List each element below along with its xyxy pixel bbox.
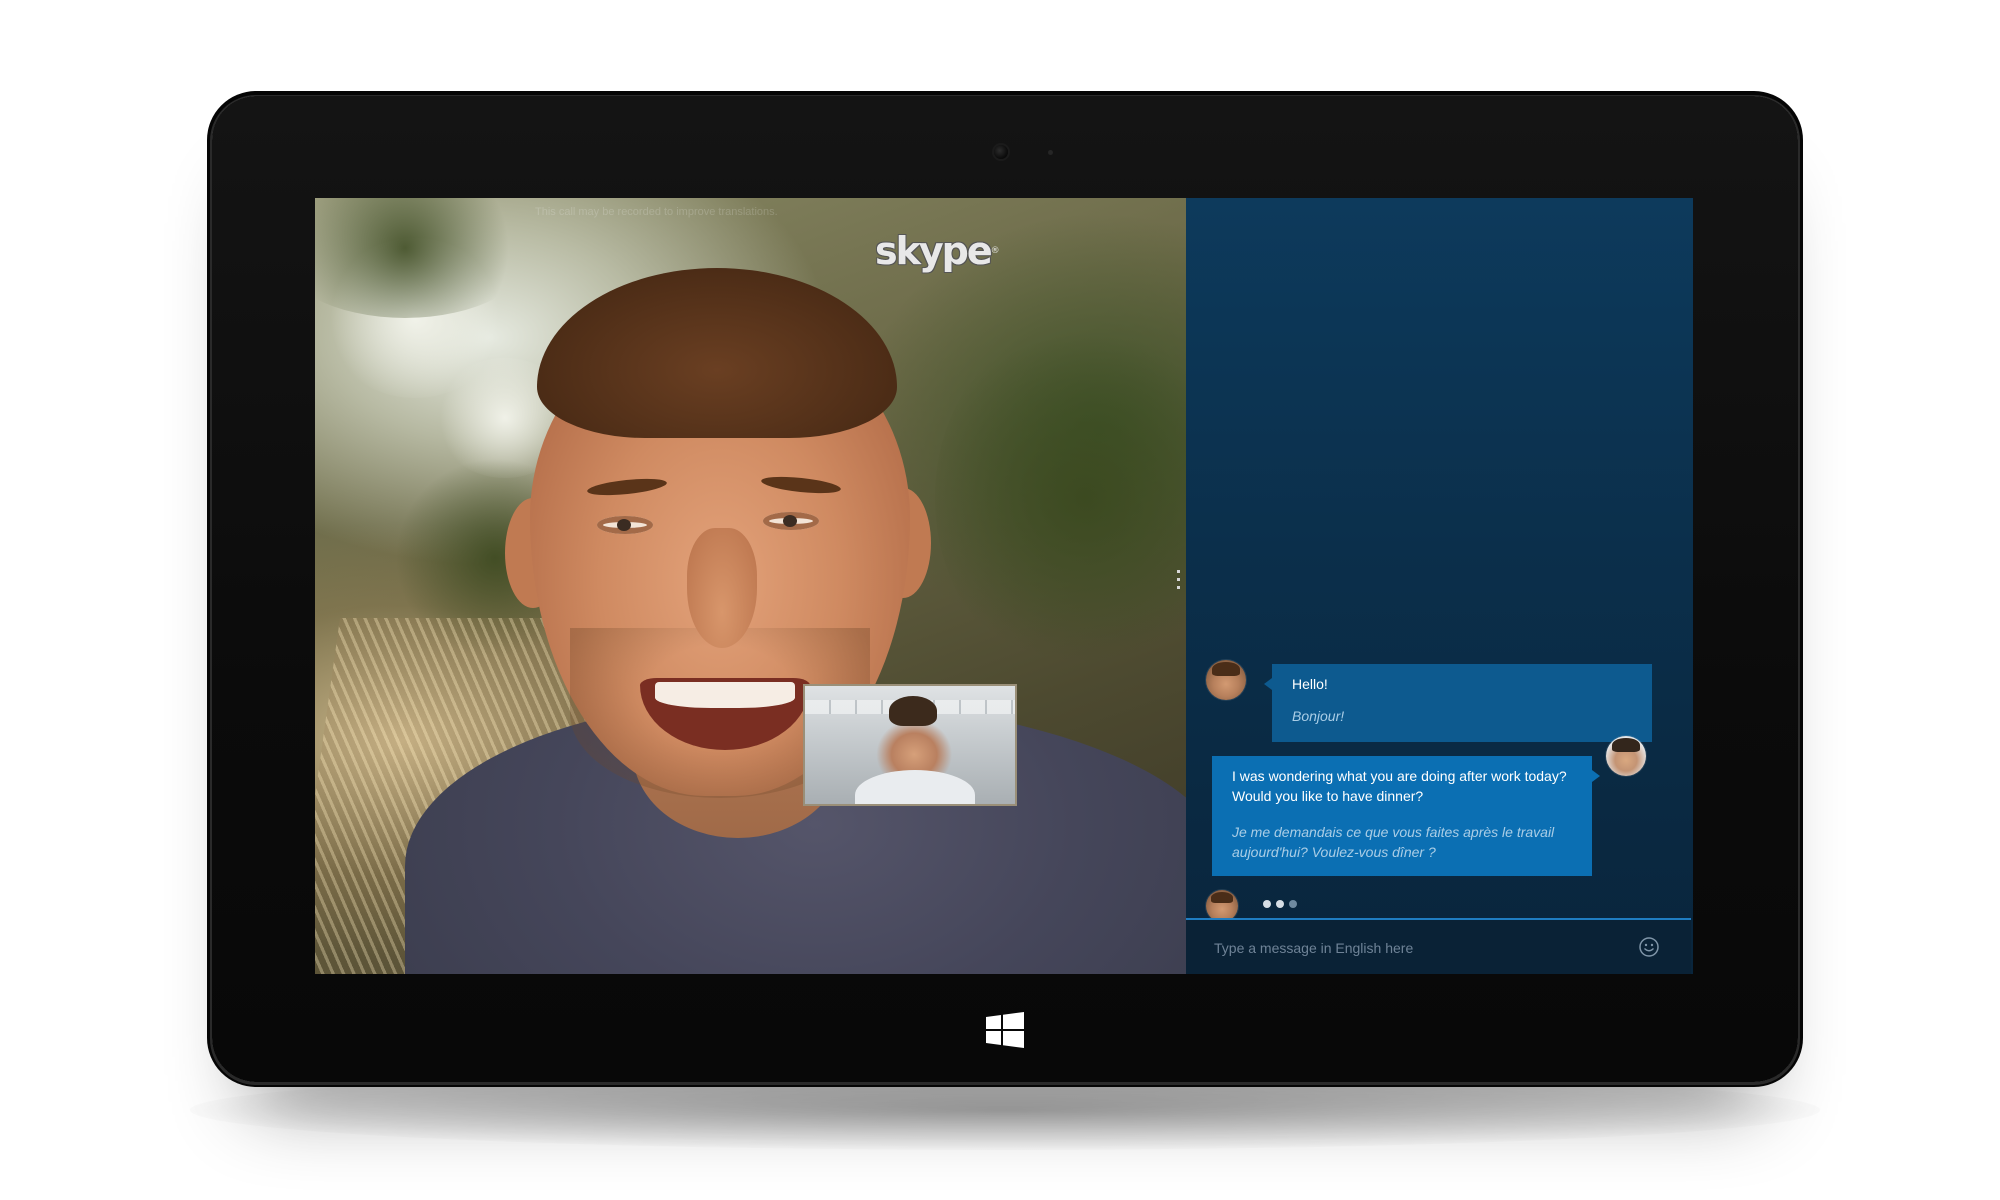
avatar-hair — [1612, 738, 1640, 752]
message-original-text: Hello! — [1292, 676, 1328, 692]
grip-dot — [1177, 586, 1180, 589]
incoming-message-bubble: Hello! Bonjour! — [1264, 664, 1652, 742]
avatar-hair — [1211, 892, 1233, 903]
typing-dot — [1289, 900, 1297, 908]
message-compose-bar — [1186, 918, 1691, 974]
front-camera — [994, 145, 1008, 159]
translation-chat-panel: Hello! Bonjour! I was wondering what you… — [1186, 198, 1693, 974]
message-original-text: I was wondering what you are doing after… — [1232, 768, 1567, 804]
panel-resize-handle[interactable] — [1177, 570, 1181, 594]
self-view-video[interactable] — [803, 684, 1017, 806]
grip-dot — [1177, 578, 1180, 581]
windows-logo-icon[interactable] — [986, 1012, 1024, 1048]
outgoing-message-bubble: I was wondering what you are doing after… — [1212, 756, 1600, 876]
avatar-hair — [1212, 662, 1240, 676]
background-foliage — [935, 318, 1186, 678]
skype-logo: skype® — [875, 230, 1000, 272]
self-avatar[interactable] — [1606, 736, 1646, 776]
registered-mark: ® — [990, 246, 1000, 256]
caller-nose — [687, 528, 757, 648]
product-shot: This call may be recorded to improve tra… — [0, 0, 2000, 1200]
grip-dot — [1177, 570, 1180, 573]
remote-user-avatar[interactable] — [1206, 660, 1246, 700]
self-view-shirt — [855, 770, 975, 804]
message-translated-text: Je me demandais ce que vous faites après… — [1232, 824, 1555, 860]
typing-dot — [1263, 900, 1271, 908]
tablet-device: This call may be recorded to improve tra… — [212, 96, 1798, 1082]
typing-indicator — [1263, 895, 1302, 908]
caller-eye — [597, 516, 653, 534]
typing-dot — [1276, 900, 1284, 908]
skype-app-window: This call may be recorded to improve tra… — [315, 198, 1693, 974]
recording-notice: This call may be recorded to improve tra… — [535, 206, 778, 218]
skype-logo-text: skype — [875, 229, 993, 273]
message-translated-text: Bonjour! — [1292, 708, 1345, 724]
remote-video-feed[interactable]: This call may be recorded to improve tra… — [315, 198, 1186, 974]
light-sensor — [1048, 150, 1053, 155]
device-shadow — [190, 1070, 1820, 1150]
caller-eye — [763, 512, 819, 530]
smiley-icon[interactable] — [1638, 936, 1660, 958]
self-view-hair — [889, 696, 937, 726]
caller-hair — [537, 268, 897, 438]
message-input[interactable] — [1212, 932, 1636, 964]
caller-teeth — [655, 682, 795, 708]
